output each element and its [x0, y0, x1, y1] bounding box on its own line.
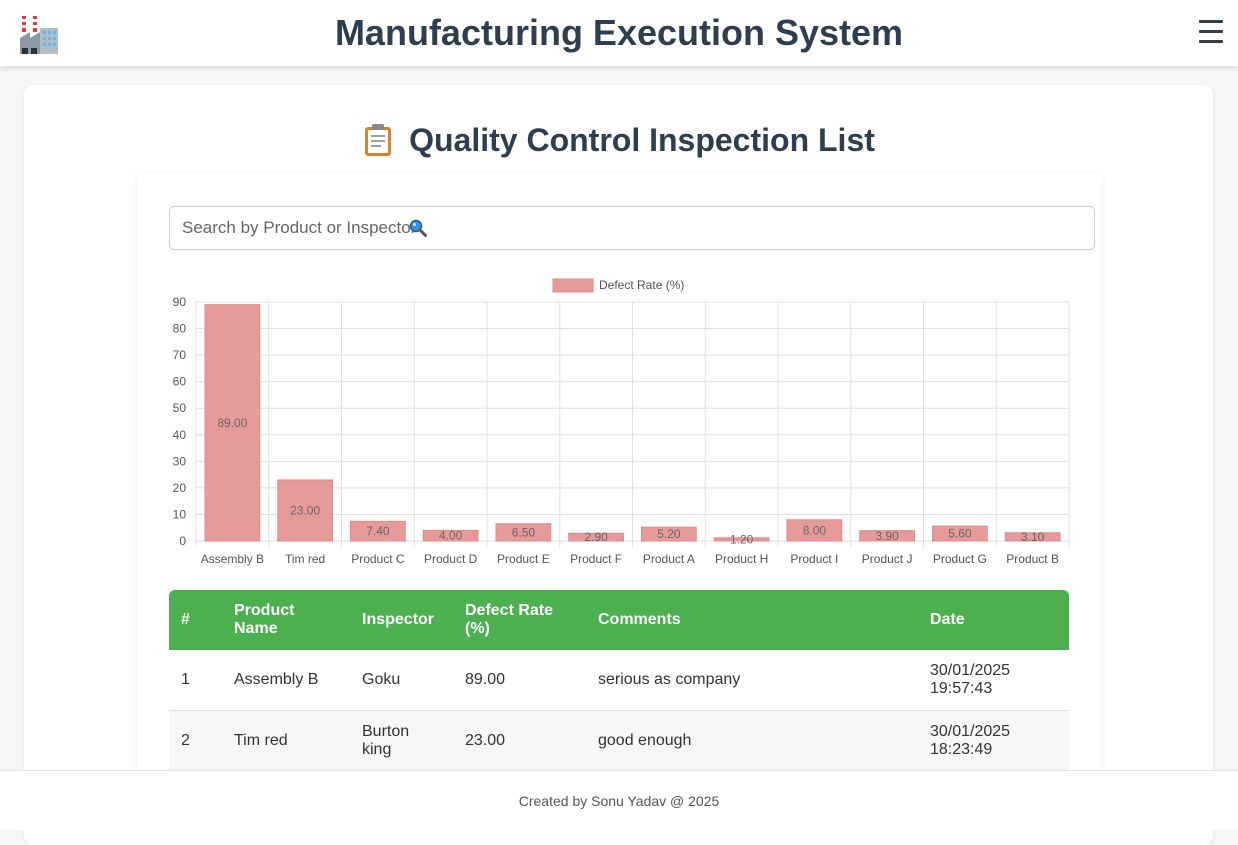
- y-tick-label: 50: [173, 401, 187, 415]
- x-tick-label: Tim red: [285, 552, 325, 566]
- column-header-date[interactable]: Date: [918, 590, 1069, 650]
- y-tick-label: 30: [173, 454, 187, 468]
- inspection-table: # Product Name Inspector Defect Rate (%)…: [169, 590, 1069, 772]
- table-row[interactable]: 1 Assembly B Goku 89.00 serious as compa…: [169, 650, 1069, 711]
- bar-value-label: 6.50: [512, 525, 536, 539]
- y-tick-label: 10: [173, 507, 187, 521]
- x-tick-label: Product I: [790, 552, 838, 566]
- hamburger-menu-icon[interactable]: [1199, 20, 1223, 46]
- x-tick-label: Assembly B: [201, 552, 264, 566]
- search-input[interactable]: [169, 206, 1095, 250]
- magnifier-icon: [409, 219, 427, 237]
- x-tick-label: Product H: [715, 552, 768, 566]
- bar-value-label: 4.00: [439, 529, 463, 543]
- page-heading: Quality Control Inspection List: [0, 118, 1238, 162]
- table-header-row: # Product Name Inspector Defect Rate (%)…: [169, 590, 1069, 650]
- footer-credit: Created by Sonu Yadav @ 2025: [518, 792, 720, 809]
- cell-defect-rate: 89.00: [453, 650, 586, 711]
- search-container: [169, 206, 1095, 250]
- cell-number: 2: [169, 710, 222, 772]
- defect-rate-bar-chart: 0 10 20 30 40 50 60 70 80 90 89.00 Assembly B 23.00 T…: [173, 278, 1070, 566]
- page-title: Quality Control Inspection List: [409, 121, 875, 158]
- cell-inspector: Burton king: [350, 710, 453, 772]
- column-header-defect-rate[interactable]: Defect Rate (%): [453, 590, 586, 650]
- bar-value-label: 1.20: [730, 532, 754, 546]
- x-tick-label: Product J: [862, 552, 913, 566]
- x-tick-label: Product E: [497, 552, 550, 566]
- y-tick-label: 40: [173, 428, 187, 442]
- clipboard-icon: [365, 124, 392, 156]
- bar-value-label: 3.90: [875, 529, 899, 543]
- cell-product-name: Assembly B: [222, 650, 350, 711]
- table-row[interactable]: 2 Tim red Burton king 23.00 good enough …: [169, 710, 1069, 772]
- cell-date: 30/01/2025 19:57:43: [918, 650, 1069, 711]
- cell-comments: good enough: [586, 710, 918, 772]
- app-title: Manufacturing Execution System: [334, 12, 904, 53]
- y-tick-label: 20: [173, 481, 187, 495]
- bar-value-label: 2.90: [584, 530, 608, 544]
- x-tick-label: Product G: [933, 552, 987, 566]
- y-tick-label: 60: [173, 375, 187, 389]
- cell-product-name: Tim red: [222, 710, 350, 772]
- x-tick-label: Product D: [424, 552, 478, 566]
- legend-swatch: [552, 278, 594, 293]
- top-navbar: Manufacturing Execution System: [0, 0, 1238, 66]
- y-tick-label: 0: [179, 534, 186, 548]
- bar-value-label: 3.10: [1021, 530, 1045, 544]
- bar-value-label: 89.00: [217, 416, 247, 430]
- x-tick-label: Product C: [351, 552, 405, 566]
- column-header-product-name[interactable]: Product Name: [222, 590, 350, 650]
- column-header-inspector[interactable]: Inspector: [350, 590, 453, 650]
- cell-number: 1: [169, 650, 222, 711]
- legend-label: Defect Rate (%): [599, 278, 684, 292]
- x-tick-label: Product F: [570, 552, 622, 566]
- x-tick-label: Product A: [643, 552, 695, 566]
- cell-inspector: Goku: [350, 650, 453, 711]
- bar-value-label: 23.00: [290, 503, 320, 517]
- column-header-comments[interactable]: Comments: [586, 590, 918, 650]
- cell-defect-rate: 23.00: [453, 710, 586, 772]
- y-tick-label: 90: [173, 295, 187, 309]
- column-header-number[interactable]: #: [169, 590, 222, 650]
- footer: Created by Sonu Yadav @ 2025: [0, 770, 1238, 830]
- cell-comments: serious as company: [586, 650, 918, 711]
- y-tick-label: 80: [173, 322, 187, 336]
- bar-value-label: 7.40: [366, 524, 390, 538]
- bar-value-label: 5.60: [948, 527, 972, 541]
- y-tick-label: 70: [173, 348, 187, 362]
- inspection-table-container: # Product Name Inspector Defect Rate (%)…: [169, 590, 1069, 780]
- bar-value-label: 5.20: [657, 527, 681, 541]
- x-tick-label: Product B: [1006, 552, 1059, 566]
- cell-date: 30/01/2025 18:23:49: [918, 710, 1069, 772]
- bar-value-label: 8.00: [803, 523, 827, 537]
